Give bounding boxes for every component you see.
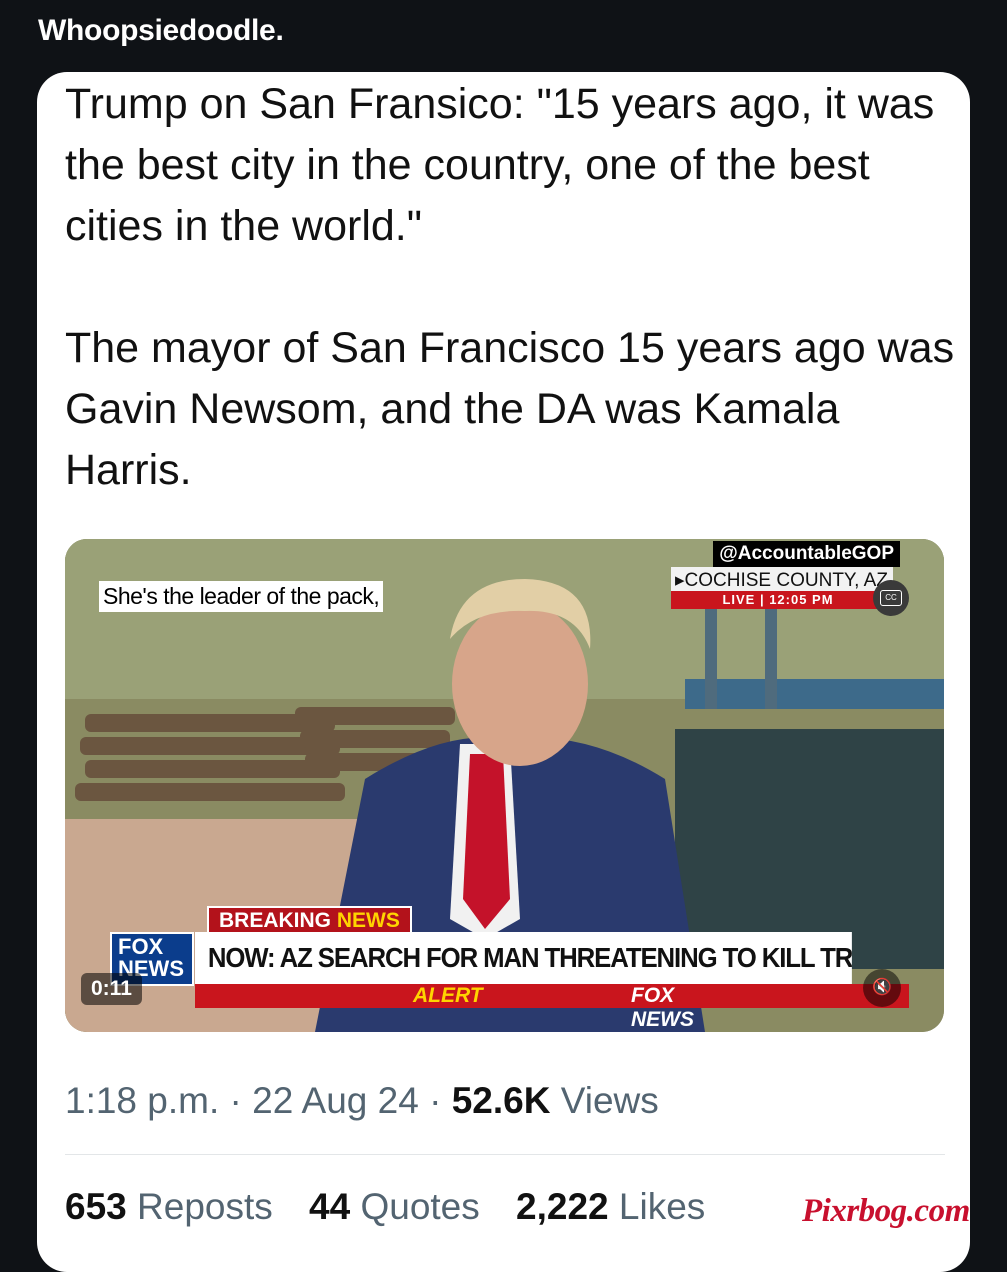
- video-player[interactable]: She's the leader of the pack, @Accountab…: [65, 539, 944, 1032]
- likes-stat[interactable]: 2,222 Likes: [516, 1186, 705, 1227]
- live-indicator: LIVE | 12:05 PM: [671, 591, 885, 609]
- source-handle: @AccountableGOP: [713, 541, 900, 567]
- video-caption: She's the leader of the pack,: [99, 581, 384, 612]
- alert-fox-text: FOX NEWS: [631, 984, 694, 1031]
- views-count: 52.6K: [451, 1080, 551, 1121]
- tweet-card[interactable]: Trump on San Fransico: "15 years ago, it…: [37, 72, 970, 1272]
- views-label: Views: [560, 1080, 659, 1121]
- cc-icon: CC: [880, 590, 902, 606]
- tweet-paragraph-2: The mayor of San Francisco 15 years ago …: [65, 324, 955, 494]
- breaking-word: BREAKING: [219, 909, 332, 932]
- tweet-time[interactable]: 1:18 p.m.: [65, 1080, 219, 1121]
- divider: [65, 1154, 945, 1155]
- mute-button[interactable]: 🔇: [863, 969, 901, 1007]
- tweet-paragraph-1: Trump on San Fransico: "15 years ago, it…: [65, 80, 935, 250]
- watermark: Pixrbog.com: [802, 1193, 970, 1229]
- fox-news-alert-bar: FOX NEWS ALERT: [195, 984, 909, 1031]
- video-timestamp: 0:11: [81, 973, 142, 1005]
- quotes-stat[interactable]: 44 Quotes: [309, 1186, 480, 1227]
- reposts-stat[interactable]: 653 Reposts: [65, 1186, 273, 1227]
- tweet-meta: 1:18 p.m. · 22 Aug 24 · 52.6K Views: [65, 1080, 659, 1121]
- engagement-stats: 653 Reposts 44 Quotes 2,222 Likes: [65, 1186, 731, 1228]
- reposts-count: 653: [65, 1186, 127, 1227]
- reposts-label: Reposts: [137, 1186, 273, 1227]
- news-word: NEWS: [336, 909, 400, 932]
- quotes-label: Quotes: [360, 1186, 480, 1227]
- likes-count: 2,222: [516, 1186, 609, 1227]
- news-headline: NOW: AZ SEARCH FOR MAN THREATENING TO KI…: [195, 932, 852, 984]
- tweet-date[interactable]: 22 Aug 24: [252, 1080, 419, 1121]
- location-banner: ▸COCHISE COUNTY, AZ: [671, 567, 893, 594]
- likes-label: Likes: [618, 1186, 706, 1227]
- tweet-text: Trump on San Fransico: "15 years ago, it…: [65, 74, 955, 501]
- alert-word: ALERT: [413, 984, 483, 1007]
- post-title: Whoopsiedoodle.: [38, 14, 284, 47]
- closed-captions-button[interactable]: CC: [873, 580, 909, 616]
- quotes-count: 44: [309, 1186, 351, 1227]
- mute-icon: 🔇: [872, 979, 892, 996]
